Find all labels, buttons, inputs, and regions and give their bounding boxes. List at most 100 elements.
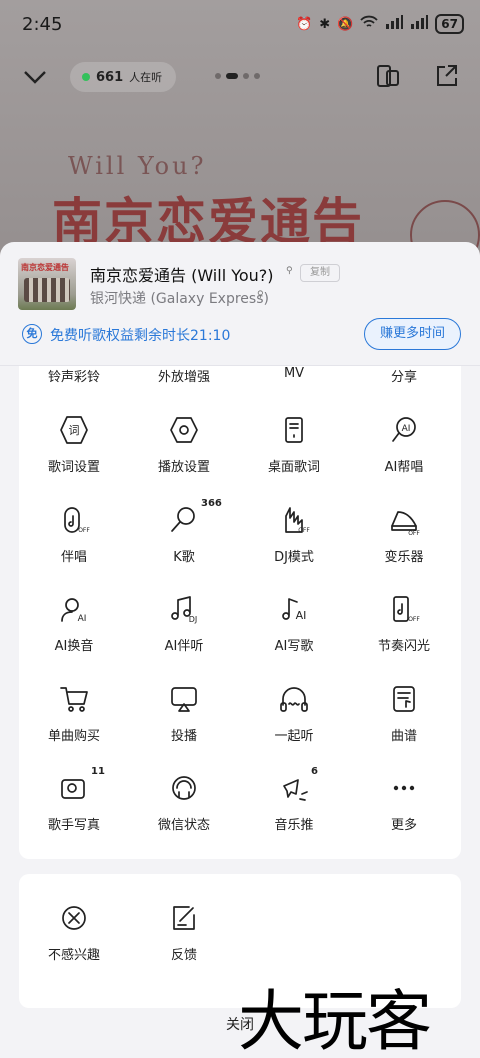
poster-subtitle: Will You? — [68, 152, 207, 180]
menu-item[interactable]: OFF 节奏闪光 — [349, 593, 459, 673]
status-bar: 2:45 ⏰ ✱ 🔕 67 — [0, 0, 480, 52]
menu-card: 铃声彩铃 外放增强 MV 分享 词歌词设置 播放设置 桌面歌词 AI AI帮唱 OFF 伴唱 366… — [19, 366, 461, 859]
secondary-item[interactable]: 反馈 — [129, 902, 239, 982]
listeners-pill[interactable]: 661 人在听 — [70, 62, 177, 92]
wechat-status-icon — [168, 772, 200, 804]
menu-partial-item[interactable]: 外放增强 — [129, 366, 239, 396]
secondary-item[interactable]: 不感兴趣 — [19, 902, 129, 982]
menu-label: AI换音 — [54, 639, 94, 654]
icon-badge: 366 — [201, 497, 222, 509]
menu-label: AI写歌 — [274, 639, 314, 654]
action-sheet: 南京恋爱通告 南京恋爱通告 (Will You?) ⚲ 复制 银河快递 (Gal… — [0, 242, 480, 1058]
menu-item[interactable]: 一起听 — [239, 683, 349, 763]
page-indicator — [215, 73, 260, 79]
earn-more-time-button[interactable]: 赚更多时间 — [364, 318, 461, 350]
menu-label: 微信状态 — [157, 818, 210, 833]
mute-icon: 🔕 — [337, 16, 354, 32]
wifi-icon — [360, 15, 378, 33]
status-icons: ⏰ ✱ 🔕 67 — [296, 14, 464, 34]
status-time: 2:45 — [22, 14, 63, 35]
svg-text:OFF: OFF — [408, 616, 420, 623]
menu-item[interactable]: OFF 伴唱 — [19, 504, 129, 584]
menu-partial-label: MV — [283, 366, 305, 381]
song-title: 南京恋爱通告 (Will You?) — [90, 266, 274, 285]
menu-label: DJ模式 — [274, 549, 314, 565]
menu-label: 歌词设置 — [47, 460, 100, 475]
artist-photo-icon — [58, 772, 90, 804]
menu-item[interactable]: 11 歌手写真 — [19, 766, 129, 852]
artist-search-icon[interactable]: ⚲ — [257, 290, 264, 300]
listeners-suffix: 人在听 — [129, 71, 163, 84]
alarm-icon: ⏰ — [296, 16, 313, 32]
player-topbar: 661 人在听 — [0, 56, 480, 100]
score-icon — [388, 683, 420, 715]
instrument-icon: OFF — [388, 504, 420, 537]
menu-partial-item[interactable]: 铃声彩铃 — [19, 366, 129, 396]
watermark: 大玩客 — [238, 983, 432, 1058]
battery-indicator: 67 — [435, 14, 464, 34]
signal-icon-2 — [410, 15, 429, 33]
menu-item[interactable]: 桌面歌词 — [239, 414, 349, 494]
menu-item[interactable]: DJ AI伴听 — [129, 593, 239, 673]
menu-partial-label: 分享 — [390, 370, 417, 385]
menu-partial-item[interactable]: 分享 — [349, 366, 459, 396]
free-icon: 免 — [22, 324, 42, 344]
svg-text:AI: AI — [78, 614, 87, 624]
cast-icon — [168, 683, 200, 715]
menu-item[interactable]: 366 K歌 — [129, 498, 239, 584]
menu-label: 曲谱 — [390, 728, 417, 744]
menu-label: K歌 — [173, 549, 195, 565]
device-switch-icon[interactable] — [374, 62, 402, 94]
menu-item[interactable]: 微信状态 — [129, 772, 239, 852]
secondary-label: 不感兴趣 — [47, 948, 100, 963]
ai-listen-icon: DJ — [168, 593, 200, 625]
menu-label: AI伴听 — [164, 639, 204, 654]
menu-item[interactable]: AI AI写歌 — [239, 593, 349, 673]
svg-text:OFF: OFF — [298, 527, 310, 534]
menu-item[interactable]: AI AI换音 — [19, 593, 129, 673]
menu-item[interactable]: OFF 变乐器 — [349, 504, 459, 584]
icon-badge: 11 — [91, 766, 105, 777]
desktop-lyrics-icon — [278, 414, 310, 446]
menu-label: 更多 — [390, 818, 417, 833]
menu-label: 播放设置 — [157, 460, 210, 475]
not-interested-icon — [58, 902, 90, 934]
menu-item[interactable]: OFF DJ模式 — [239, 504, 349, 584]
menu-item[interactable]: AI AI帮唱 — [349, 414, 459, 494]
svg-text:词: 词 — [69, 424, 80, 437]
menu-partial-label: 铃声彩铃 — [47, 370, 100, 385]
menu-item[interactable]: 播放设置 — [129, 414, 239, 494]
icon-badge: 6 — [311, 766, 318, 777]
menu-item[interactable]: 更多 — [349, 772, 459, 852]
free-time-text: 免费听歌权益剩余时长21:10 — [50, 328, 231, 344]
ai-write-icon: AI — [278, 593, 310, 625]
search-icon[interactable]: ⚲ — [286, 266, 293, 276]
svg-text:AI: AI — [296, 609, 307, 622]
live-dot-icon — [82, 73, 90, 81]
menu-item[interactable]: 曲谱 — [349, 683, 459, 763]
share-out-icon[interactable] — [432, 62, 460, 94]
menu-partial-item[interactable]: MV — [239, 366, 349, 396]
more-icon — [388, 772, 420, 804]
menu-label: 伴唱 — [60, 549, 87, 565]
music-push-icon — [278, 772, 310, 804]
menu-label: 投播 — [170, 728, 197, 744]
chevron-down-icon[interactable] — [22, 64, 48, 94]
signal-icon — [385, 15, 404, 33]
secondary-label: 反馈 — [170, 948, 197, 963]
menu-item[interactable]: 词歌词设置 — [19, 414, 129, 494]
lyrics-settings-icon: 词 — [58, 414, 90, 446]
svg-text:DJ: DJ — [189, 615, 198, 624]
menu-item[interactable]: 6 音乐推 — [239, 766, 349, 852]
album-cover: 南京恋爱通告 — [18, 258, 76, 310]
play-settings-icon — [168, 414, 200, 446]
menu-label: AI帮唱 — [384, 460, 424, 475]
copy-button[interactable]: 复制 — [300, 264, 340, 282]
artist-name[interactable]: 银河快递 (Galaxy Express) — [90, 288, 269, 308]
dj-mode-icon: OFF — [278, 504, 310, 536]
menu-label: 单曲购买 — [47, 728, 100, 744]
cart-icon — [58, 683, 90, 715]
menu-item[interactable]: 投播 — [129, 683, 239, 763]
svg-text:AI: AI — [402, 424, 411, 434]
menu-item[interactable]: 单曲购买 — [19, 683, 129, 763]
